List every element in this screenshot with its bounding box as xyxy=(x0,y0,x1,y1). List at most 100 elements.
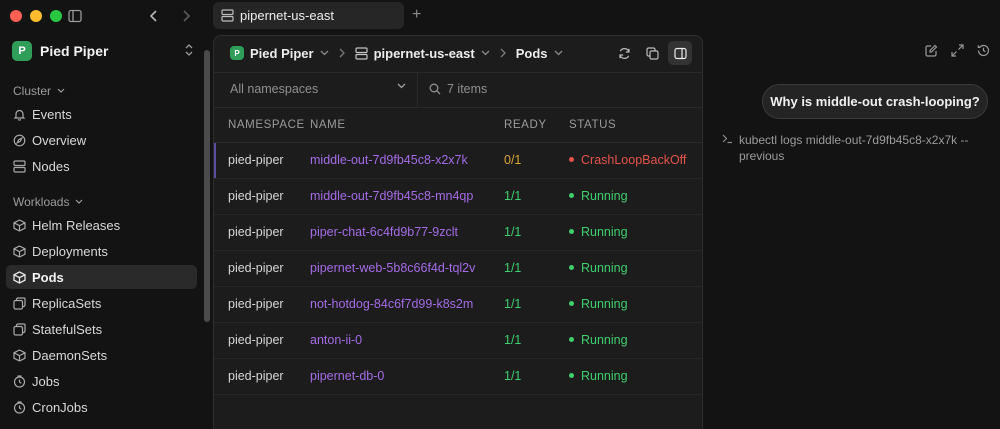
sidebar-item-events[interactable]: Events xyxy=(6,102,197,126)
pods-table: NAMESPACE NAME READY STATUS pied-piper mi… xyxy=(214,108,702,395)
table-row[interactable]: pied-piper pipernet-web-5b8c66f4d-tql2v 1/… xyxy=(214,250,702,287)
workspace-name: Pied Piper xyxy=(40,43,109,59)
minimize-window-button[interactable] xyxy=(30,10,42,22)
clock-icon xyxy=(13,400,26,414)
workspace-switcher[interactable]: P Pied Piper xyxy=(12,40,200,62)
sidebar-item-label: DaemonSets xyxy=(32,347,108,363)
sidebar-item-label: Jobs xyxy=(32,373,60,389)
sidebar-item-deployments[interactable]: Deployments xyxy=(6,239,197,263)
new-tab-button[interactable]: + xyxy=(412,6,421,24)
sidebar-item-helm-releases[interactable]: Helm Releases xyxy=(6,213,197,237)
sidebar-item-label: ReplicaSets xyxy=(32,295,102,311)
cell-ready: 0/1 xyxy=(504,142,569,179)
column-header-status[interactable]: STATUS xyxy=(569,108,702,143)
pods-panel: P Pied Piper pipernet-us-east Pods All n… xyxy=(213,35,703,429)
workspace-logo: P xyxy=(230,46,244,60)
clock-icon xyxy=(13,374,26,388)
sidebar-item-pods[interactable]: Pods xyxy=(6,265,197,289)
maximize-window-button[interactable] xyxy=(50,10,62,22)
breadcrumb-resource[interactable]: Pods xyxy=(516,46,563,61)
sidebar-scrollbar[interactable] xyxy=(204,50,210,322)
filter-divider xyxy=(417,73,418,107)
cell-namespace: pied-piper xyxy=(214,250,310,287)
chevron-down-icon xyxy=(554,50,563,56)
sidebar-item-cronjobs[interactable]: CronJobs xyxy=(6,395,197,419)
toggle-side-panel-button[interactable] xyxy=(668,41,692,65)
history-icon[interactable] xyxy=(977,44,990,60)
box-icon xyxy=(13,218,26,232)
workspace-logo: P xyxy=(12,41,32,61)
cell-namespace: pied-piper xyxy=(214,214,310,251)
status-dot-icon xyxy=(569,193,574,199)
status-dot-icon xyxy=(569,373,574,379)
table-row[interactable]: pied-piper middle-out-7d9fb45c8-x2x7k 0/1 C… xyxy=(214,142,702,179)
table-header-row: NAMESPACE NAME READY STATUS xyxy=(214,108,702,143)
refresh-button[interactable] xyxy=(612,41,636,65)
pod-name-link[interactable]: anton-ii-0 xyxy=(310,322,504,359)
cell-ready: 1/1 xyxy=(504,214,569,251)
tab-pipernet-us-east[interactable]: pipernet-us-east xyxy=(213,2,404,29)
terminal-icon xyxy=(722,132,733,164)
status-dot-icon xyxy=(569,337,574,343)
breadcrumb-cluster[interactable]: pipernet-us-east xyxy=(354,46,490,61)
search-icon xyxy=(429,83,441,95)
expand-icon[interactable] xyxy=(951,44,964,60)
sidebar-item-nodes[interactable]: Nodes xyxy=(6,154,197,178)
chevron-right-icon xyxy=(500,48,506,58)
column-header-name[interactable]: NAME xyxy=(310,108,504,143)
sidebar: P Pied Piper Cluster Events Overview Nod… xyxy=(0,28,212,429)
compass-icon xyxy=(13,134,26,147)
pod-name-link[interactable]: not-hotdog-84c6f7d99-k8s2m xyxy=(310,286,504,323)
table-row[interactable]: pied-piper anton-ii-0 1/1 Running xyxy=(214,322,702,359)
window-controls xyxy=(10,10,62,22)
table-row[interactable]: pied-piper pipernet-db-0 1/1 Running xyxy=(214,358,702,395)
filter-bar: All namespaces 7 items xyxy=(214,72,702,108)
sidebar-item-statefulsets[interactable]: StatefulSets xyxy=(6,317,197,341)
status-dot-icon xyxy=(569,301,574,307)
pod-name-link[interactable]: pipernet-db-0 xyxy=(310,358,504,395)
cell-ready: 1/1 xyxy=(504,286,569,323)
forward-icon[interactable] xyxy=(180,9,192,23)
sidebar-item-jobs[interactable]: Jobs xyxy=(6,369,197,393)
table-row[interactable]: pied-piper middle-out-7d9fb45c8-mn4qp 1/1 R… xyxy=(214,178,702,215)
sidebar-item-daemonsets[interactable]: DaemonSets xyxy=(6,343,197,367)
cell-status: Running xyxy=(569,358,702,395)
pod-name-link[interactable]: piper-chat-6c4fd9b77-9zclt xyxy=(310,214,504,251)
edit-icon[interactable] xyxy=(925,44,938,60)
duplicate-button[interactable] xyxy=(640,41,664,65)
sidebar-item-replicasets[interactable]: ReplicaSets xyxy=(6,291,197,315)
table-row[interactable]: pied-piper piper-chat-6c4fd9b77-9zclt 1/1 R… xyxy=(214,214,702,251)
server-icon xyxy=(13,159,26,173)
column-header-ready[interactable]: READY xyxy=(504,108,569,143)
sidebar-item-label: Nodes xyxy=(32,158,70,174)
close-window-button[interactable] xyxy=(10,10,22,22)
cell-status: CrashLoopBackOff xyxy=(569,142,702,179)
breadcrumb-workspace[interactable]: P Pied Piper xyxy=(230,46,329,61)
cell-namespace: pied-piper xyxy=(214,142,310,179)
status-text: Running xyxy=(581,261,628,275)
pod-name-link[interactable]: middle-out-7d9fb45c8-mn4qp xyxy=(310,178,504,215)
search-field[interactable]: 7 items xyxy=(429,82,487,96)
command-text: kubectl logs middle-out-7d9fb45c8-x2x7k … xyxy=(739,133,969,163)
status-text: Running xyxy=(581,189,628,203)
breadcrumb-label: Pied Piper xyxy=(250,45,314,61)
cell-ready: 1/1 xyxy=(504,250,569,287)
copy-icon xyxy=(645,46,659,60)
sidebar-toggle-icon[interactable] xyxy=(68,9,82,23)
pod-name-link[interactable]: pipernet-web-5b8c66f4d-tql2v xyxy=(310,250,504,287)
user-message-bubble: Why is middle-out crash-looping? xyxy=(762,84,988,119)
sidebar-item-overview[interactable]: Overview xyxy=(6,128,197,152)
section-workloads[interactable]: Workloads xyxy=(13,195,83,209)
cell-status: Running xyxy=(569,286,702,323)
table-row[interactable]: pied-piper not-hotdog-84c6f7d99-k8s2m 1/1 R… xyxy=(214,286,702,323)
section-cluster[interactable]: Cluster xyxy=(13,84,65,98)
cell-ready: 1/1 xyxy=(504,322,569,359)
tool-call-command[interactable]: kubectl logs middle-out-7d9fb45c8-x2x7k … xyxy=(722,132,992,164)
pod-name-link[interactable]: middle-out-7d9fb45c8-x2x7k xyxy=(310,142,504,179)
cell-namespace: pied-piper xyxy=(214,322,310,359)
back-icon[interactable] xyxy=(148,9,160,23)
namespace-select[interactable]: All namespaces xyxy=(230,82,410,96)
status-dot-icon xyxy=(569,265,574,271)
cell-ready: 1/1 xyxy=(504,178,569,215)
column-header-namespace[interactable]: NAMESPACE xyxy=(214,108,310,143)
